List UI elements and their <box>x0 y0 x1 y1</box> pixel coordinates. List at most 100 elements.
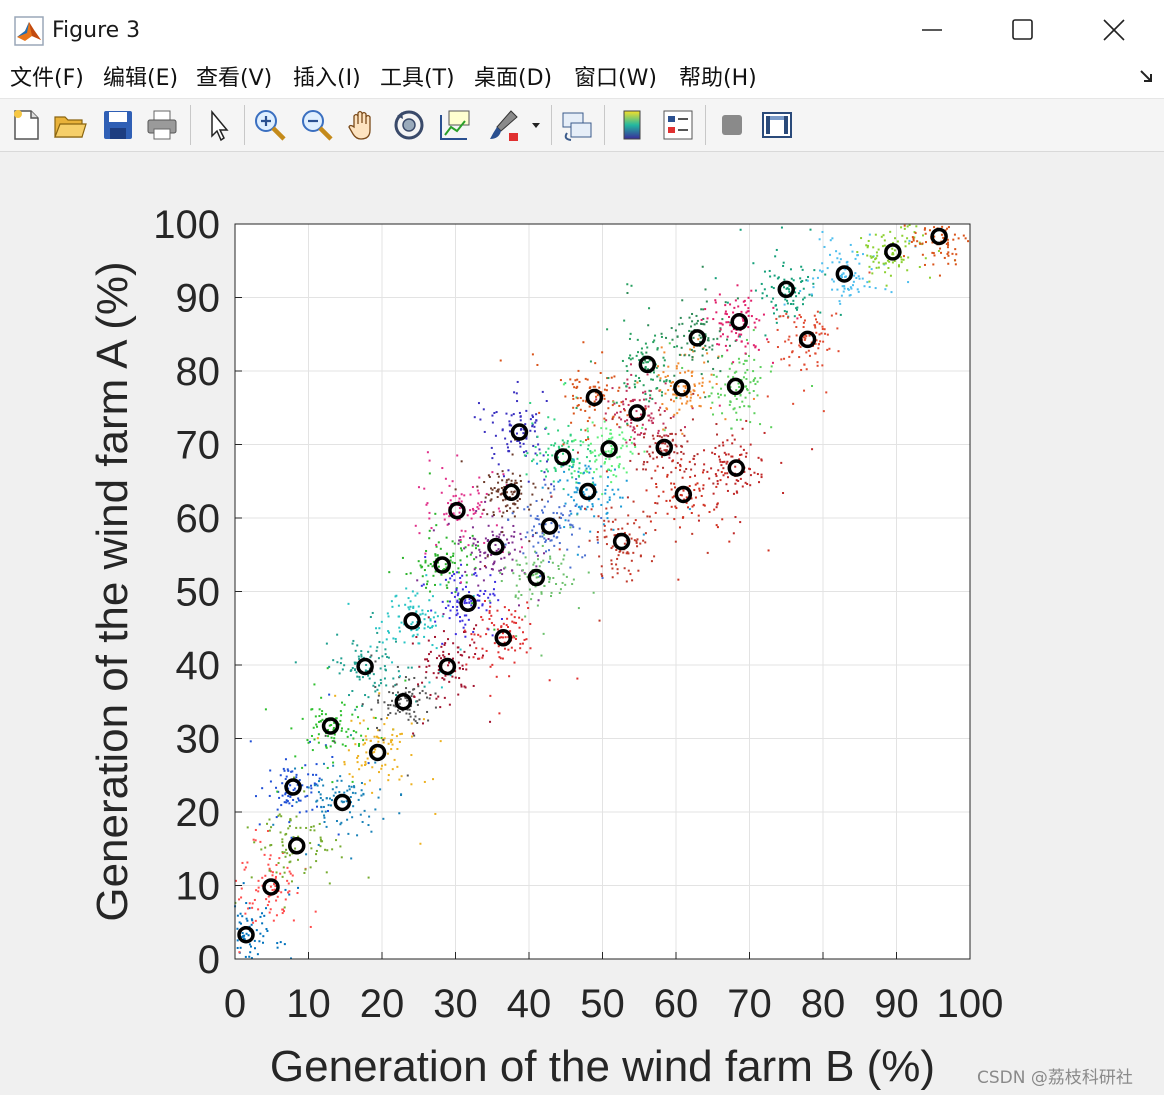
data-point <box>714 301 717 304</box>
data-point <box>476 540 479 543</box>
data-point <box>575 406 578 409</box>
data-point <box>838 252 841 255</box>
data-point <box>538 565 541 568</box>
data-point <box>357 744 360 747</box>
data-point <box>682 385 685 388</box>
data-point <box>435 543 438 546</box>
data-point <box>644 405 647 408</box>
colorbar-button[interactable] <box>614 107 650 143</box>
brush-button[interactable] <box>485 107 521 143</box>
menu-edit[interactable]: 编辑(E) <box>103 64 178 94</box>
data-point <box>477 584 480 587</box>
data-point <box>434 624 437 627</box>
show-plot-tools-button[interactable] <box>759 107 795 143</box>
brush-icon <box>490 110 518 141</box>
data-point <box>536 515 539 518</box>
data-point <box>288 854 291 857</box>
data-point <box>495 524 498 527</box>
data-point <box>743 405 746 408</box>
data-point <box>307 786 310 789</box>
data-point <box>558 524 561 527</box>
data-point <box>284 758 287 761</box>
data-point <box>629 459 632 462</box>
data-point <box>283 906 286 909</box>
data-point <box>510 479 513 482</box>
data-point <box>470 633 473 636</box>
rotate-3d-button[interactable] <box>391 107 427 143</box>
data-point <box>505 481 508 484</box>
data-point <box>487 596 490 599</box>
data-point <box>604 492 607 495</box>
menu-tools[interactable]: 工具(T) <box>380 64 455 94</box>
close-button[interactable] <box>1068 0 1160 60</box>
data-point <box>382 817 385 820</box>
data-point <box>670 381 673 384</box>
link-plot-button[interactable] <box>559 107 595 143</box>
data-point <box>615 548 618 551</box>
data-point <box>358 675 361 678</box>
data-point <box>264 874 267 877</box>
data-cursor-button[interactable] <box>437 107 473 143</box>
data-point <box>630 421 633 424</box>
menu-help[interactable]: 帮助(H) <box>679 64 757 94</box>
data-point <box>501 515 504 518</box>
data-point <box>577 506 580 509</box>
data-point <box>558 542 561 545</box>
data-point <box>608 458 611 461</box>
data-point <box>569 434 572 437</box>
minimize-button[interactable] <box>886 0 978 60</box>
hide-plot-tools-button[interactable] <box>714 107 750 143</box>
menu-desktop[interactable]: 桌面(D) <box>474 64 552 94</box>
data-point <box>498 636 501 639</box>
data-point <box>628 438 631 441</box>
data-point <box>427 625 430 628</box>
brush-dropdown-button[interactable] <box>527 107 545 143</box>
data-point <box>633 431 636 434</box>
dock-figure-icon[interactable] <box>1138 68 1156 86</box>
data-point <box>405 573 408 576</box>
data-point <box>464 570 467 573</box>
open-file-button[interactable] <box>52 107 88 143</box>
pan-button[interactable] <box>345 107 381 143</box>
edit-plot-button[interactable] <box>200 107 236 143</box>
zoom-in-button[interactable] <box>252 107 288 143</box>
print-button[interactable] <box>144 107 180 143</box>
menu-insert[interactable]: 插入(I) <box>293 64 361 94</box>
data-point <box>586 378 589 381</box>
data-point <box>610 563 613 566</box>
menu-file[interactable]: 文件(F) <box>10 64 84 94</box>
data-point <box>634 386 637 389</box>
data-point <box>412 688 415 691</box>
data-point <box>924 241 927 244</box>
legend-button[interactable] <box>660 107 696 143</box>
data-point <box>598 555 601 558</box>
data-point <box>434 692 437 695</box>
data-point <box>360 650 363 653</box>
data-point <box>292 919 295 922</box>
data-point <box>923 263 926 266</box>
data-point <box>719 335 722 338</box>
y-tick-label: 90 <box>176 277 221 321</box>
menu-window[interactable]: 窗口(W) <box>574 64 657 94</box>
data-point <box>722 444 725 447</box>
data-point <box>490 621 493 624</box>
title-bar[interactable]: Figure 3 <box>0 0 1164 60</box>
data-point <box>332 761 335 764</box>
data-point <box>799 316 802 319</box>
data-point <box>485 649 488 652</box>
zoom-out-button[interactable] <box>299 107 335 143</box>
data-point <box>795 307 798 310</box>
data-point <box>487 524 490 527</box>
data-point <box>655 486 658 489</box>
new-figure-button[interactable] <box>8 107 44 143</box>
data-point <box>626 292 629 295</box>
data-point <box>684 371 687 374</box>
data-point <box>532 545 535 548</box>
menu-view[interactable]: 查看(V) <box>196 64 272 94</box>
data-point <box>544 483 547 486</box>
maximize-button[interactable] <box>977 0 1069 60</box>
save-button[interactable] <box>100 107 136 143</box>
data-point <box>439 547 442 550</box>
data-point <box>336 633 339 636</box>
data-point <box>397 670 400 673</box>
